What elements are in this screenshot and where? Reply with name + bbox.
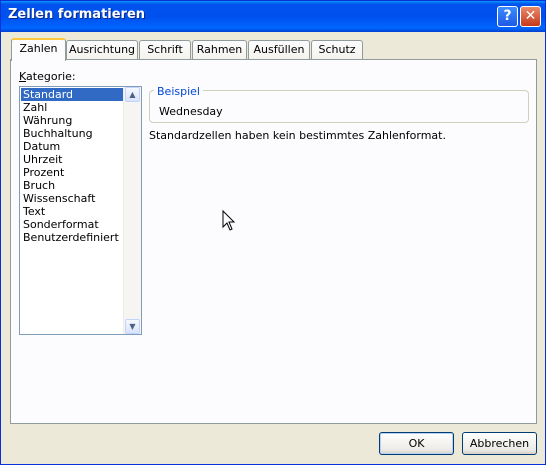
list-item[interactable]: Prozent xyxy=(21,166,125,179)
category-label: Kategorie: xyxy=(19,70,76,83)
sample-group-label: Beispiel xyxy=(154,85,203,98)
tab-schutz[interactable]: Schutz xyxy=(311,40,363,59)
tab-ausrichtung[interactable]: Ausrichtung xyxy=(66,40,138,59)
list-item[interactable]: Datum xyxy=(21,140,125,153)
tab-panel-zahlen: Kategorie: Standard Zahl Währung Buchhal… xyxy=(10,59,537,424)
title-bar[interactable]: Zellen formatieren ? ✕ xyxy=(1,1,545,32)
mouse-pointer-icon xyxy=(222,210,236,231)
list-item[interactable]: Uhrzeit xyxy=(21,153,125,166)
dialog-window: Zellen formatieren ? ✕ Zahlen Ausrichtun… xyxy=(0,0,546,465)
scroll-down-arrow-icon[interactable]: ▼ xyxy=(125,319,140,334)
sample-value: Wednesday xyxy=(159,105,223,118)
cancel-button[interactable]: Abbrechen xyxy=(462,432,537,455)
list-item[interactable]: Benutzerdefiniert xyxy=(21,231,125,244)
list-item[interactable]: Text xyxy=(21,205,125,218)
category-label-accel: K xyxy=(19,70,27,83)
list-item[interactable]: Währung xyxy=(21,114,125,127)
format-description: Standardzellen haben kein bestimmtes Zah… xyxy=(149,129,446,142)
close-button[interactable]: ✕ xyxy=(520,6,541,27)
help-button[interactable]: ? xyxy=(497,6,518,27)
list-item[interactable]: Wissenschaft xyxy=(21,192,125,205)
list-item[interactable]: Zahl xyxy=(21,101,125,114)
scroll-up-arrow-icon[interactable]: ▲ xyxy=(125,87,140,102)
window-title: Zellen formatieren xyxy=(8,7,146,22)
list-item[interactable]: Buchhaltung xyxy=(21,127,125,140)
list-item[interactable]: Standard xyxy=(21,88,125,101)
tab-ausfuellen[interactable]: Ausfüllen xyxy=(248,40,310,59)
ok-button[interactable]: OK xyxy=(379,432,454,455)
tab-zahlen[interactable]: Zahlen xyxy=(11,38,66,61)
vertical-scrollbar[interactable]: ▲ ▼ xyxy=(123,87,141,334)
tab-rahmen[interactable]: Rahmen xyxy=(192,40,247,59)
list-item[interactable]: Bruch xyxy=(21,179,125,192)
category-label-text: ategorie: xyxy=(26,70,76,83)
tab-schrift[interactable]: Schrift xyxy=(139,40,191,59)
list-item[interactable]: Sonderformat xyxy=(21,218,125,231)
category-listbox[interactable]: Standard Zahl Währung Buchhaltung Datum … xyxy=(19,86,142,335)
